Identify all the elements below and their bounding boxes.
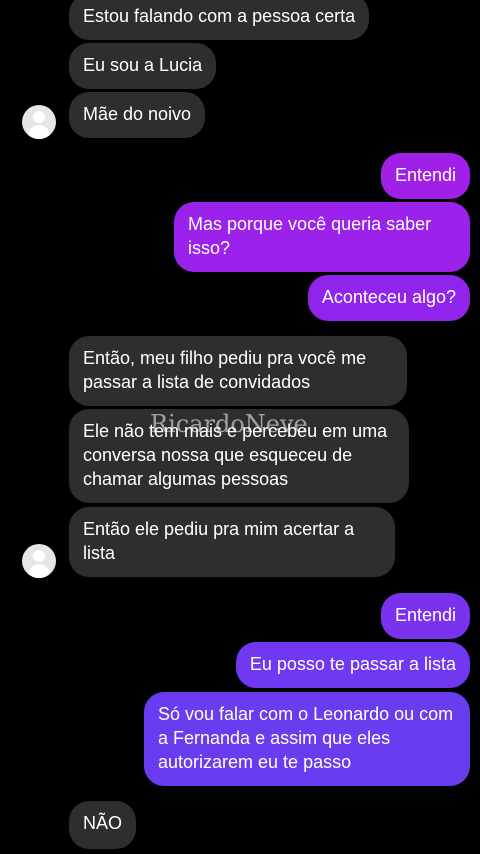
avatar-icon[interactable] [22, 544, 56, 578]
message-text: Mãe do noivo [83, 104, 192, 124]
avatar-body [28, 125, 50, 139]
avatar-icon[interactable] [22, 105, 56, 139]
message-text: Eu posso te passar a lista [249, 654, 456, 674]
message-text: Então ele pediu pra mim acertar a lista [83, 519, 355, 563]
message-bubble-outgoing[interactable]: Mas porque você queria saber isso? [174, 202, 470, 272]
message-text: Entendi [394, 605, 456, 625]
message-bubble-outgoing[interactable]: Entendi [380, 153, 470, 199]
message-bubble-outgoing[interactable]: Só vou falar com o Leonardo ou com a Fer… [144, 692, 470, 786]
message-bubble-incoming[interactable]: NÃO [69, 801, 137, 849]
message-bubble-incoming[interactable]: Então ele pediu pra mim acertar a lista [69, 507, 395, 577]
message-text: Ele não tem mais e percebeu em uma conve… [83, 421, 388, 489]
message-bubble-outgoing[interactable]: Aconteceu algo? [307, 275, 470, 321]
message-text: Só vou falar com o Leonardo ou com a Fer… [158, 704, 454, 772]
message-bubble-incoming[interactable]: Eu sou a Lucia [69, 43, 217, 89]
message-text: Aconteceu algo? [321, 287, 456, 307]
message-text: Eu sou a Lucia [83, 55, 203, 75]
message-bubble-incoming[interactable]: Ele não tem mais e percebeu em uma conve… [69, 409, 409, 503]
message-text: Estou falando com a pessoa certa [83, 6, 356, 26]
message-bubble-outgoing[interactable]: Entendi [380, 593, 470, 639]
message-bubble-incoming[interactable]: Estou falando com a pessoa certa [69, 0, 370, 40]
avatar-body [28, 564, 50, 578]
message-bubble-incoming[interactable]: Mãe do noivo [69, 92, 206, 138]
message-text: Entendi [394, 165, 456, 185]
message-bubble-incoming[interactable]: Então, meu filho pediu pra você me passa… [69, 336, 407, 406]
avatar-head [33, 111, 45, 123]
message-bubble-outgoing[interactable]: Eu posso te passar a lista [235, 642, 470, 688]
message-text: Mas porque você queria saber isso? [188, 214, 432, 258]
message-text: NÃO [83, 813, 123, 833]
message-text: Então, meu filho pediu pra você me passa… [83, 348, 367, 392]
avatar-head [33, 550, 45, 562]
